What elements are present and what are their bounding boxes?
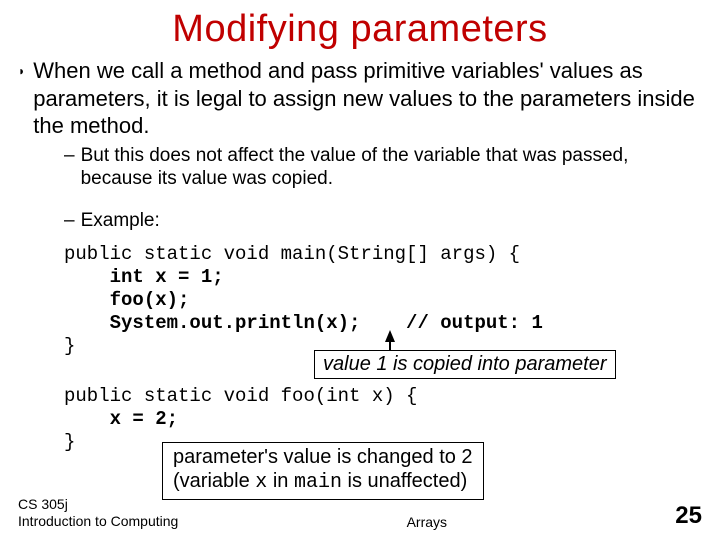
callout-changed: parameter's value is changed to 2 (varia…	[162, 442, 484, 500]
footer-topic: Arrays	[178, 514, 675, 530]
footer-left: CS 305j Introduction to Computing	[18, 496, 178, 530]
code-block-main: public static void main(String[] args) {…	[64, 243, 702, 359]
dash-icon: –	[64, 144, 75, 192]
slide: Modifying parameters ◗ When we call a me…	[0, 0, 720, 540]
bullet-icon: ◗	[18, 64, 25, 79]
bullet-text: When we call a method and pass primitive…	[33, 57, 702, 140]
page-number: 25	[675, 502, 702, 530]
sub-bullet-1: – But this does not affect the value of …	[64, 144, 702, 192]
sub-bullet-2-text: Example:	[81, 209, 160, 233]
sub-bullet-2: – Example:	[64, 209, 702, 233]
callout-changed-line2: (variable x in main is unaffected)	[173, 469, 473, 495]
sub-bullet-1-text: But this does not affect the value of th…	[81, 144, 702, 192]
callout-copied: value 1 is copied into parameter	[314, 350, 616, 379]
footer: CS 305j Introduction to Computing Arrays…	[18, 496, 702, 530]
callout-changed-line1: parameter's value is changed to 2	[173, 445, 473, 469]
dash-icon: –	[64, 209, 75, 233]
sub-bullet-list: – But this does not affect the value of …	[64, 144, 702, 233]
main-bullet: ◗ When we call a method and pass primiti…	[18, 57, 702, 140]
footer-course: CS 305j	[18, 496, 178, 513]
slide-title: Modifying parameters	[18, 8, 702, 51]
footer-subtitle: Introduction to Computing	[18, 513, 178, 530]
